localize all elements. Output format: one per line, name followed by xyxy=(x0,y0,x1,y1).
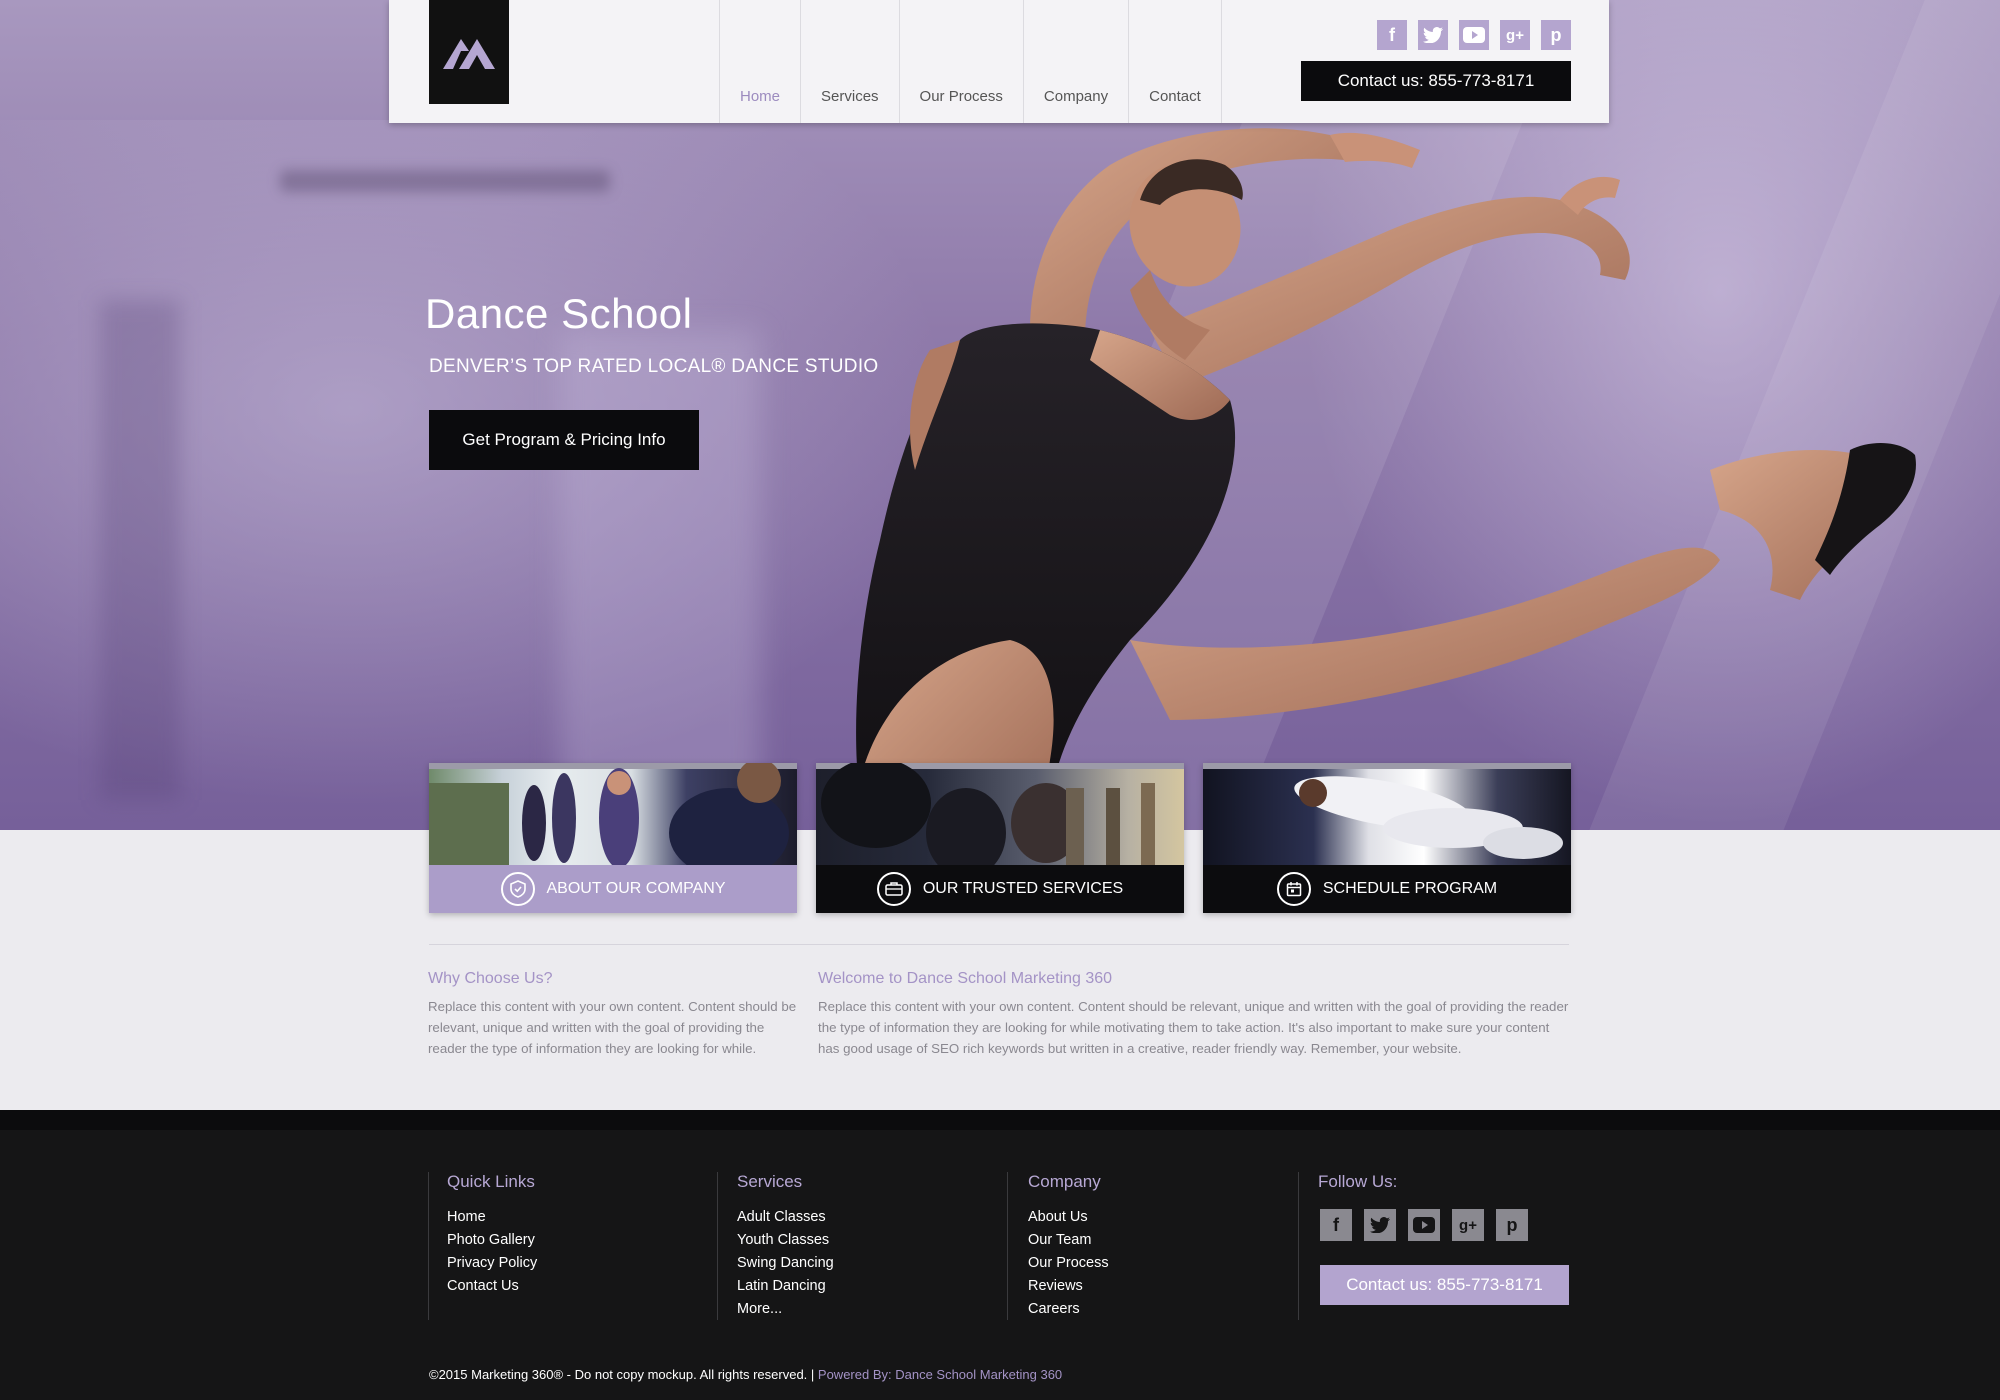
footer-column-divider xyxy=(1298,1172,1299,1320)
footer-column-divider xyxy=(1007,1172,1008,1320)
pricing-info-button[interactable]: Get Program & Pricing Info xyxy=(429,410,699,470)
youtube-icon[interactable] xyxy=(1408,1209,1440,1241)
footer-heading: Quick Links xyxy=(447,1172,535,1191)
footer-quick-links: Quick Links Home Photo Gallery Privacy P… xyxy=(447,1172,537,1298)
google-plus-icon[interactable]: g+ xyxy=(1500,20,1530,50)
content-divider xyxy=(429,944,1569,945)
footer-link-reviews[interactable]: Reviews xyxy=(1028,1275,1109,1298)
why-choose-heading: Why Choose Us? xyxy=(428,970,553,987)
site-logo[interactable] xyxy=(429,0,509,104)
facebook-icon[interactable]: f xyxy=(1320,1209,1352,1241)
footer-link-photo-gallery[interactable]: Photo Gallery xyxy=(447,1229,537,1252)
card-photo-dancers-legs xyxy=(816,763,1184,878)
footer-heading: Company xyxy=(1028,1172,1101,1191)
card-schedule-program[interactable]: SCHEDULE PROGRAM xyxy=(1203,763,1571,913)
footer-link-our-team[interactable]: Our Team xyxy=(1028,1229,1109,1252)
powered-by-link[interactable]: Powered By: Dance School Marketing 360 xyxy=(818,1367,1062,1382)
footer-services: Services Adult Classes Youth Classes Swi… xyxy=(737,1172,834,1321)
nav-home[interactable]: Home xyxy=(719,0,800,123)
footer-link-latin-dancing[interactable]: Latin Dancing xyxy=(737,1275,834,1298)
card-photo-dancers-floor xyxy=(1203,763,1571,865)
nav-contact[interactable]: Contact xyxy=(1128,0,1222,123)
footer-link-our-process[interactable]: Our Process xyxy=(1028,1252,1109,1275)
footer-column-divider xyxy=(428,1172,429,1320)
card-label: SCHEDULE PROGRAM xyxy=(1322,880,1498,897)
hero-banner xyxy=(0,0,2000,830)
footer-link-more[interactable]: More... xyxy=(737,1298,834,1321)
dancer-image xyxy=(856,128,1916,830)
youtube-icon[interactable] xyxy=(1459,20,1489,50)
footer-heading: Follow Us: xyxy=(1318,1172,1398,1191)
footer-heading: Services xyxy=(737,1172,803,1191)
card-label-bar: ABOUT OUR COMPANY xyxy=(429,865,797,913)
copyright: ©2015 Marketing 360® - Do not copy mocku… xyxy=(429,1367,1062,1382)
card-label-bar: OUR TRUSTED SERVICES xyxy=(816,865,1184,913)
header-contact-button[interactable]: Contact us: 855-773-8171 xyxy=(1301,61,1571,101)
shield-icon xyxy=(500,872,535,906)
card-photo-ballet-class xyxy=(429,763,797,878)
calendar-icon xyxy=(1276,872,1311,906)
site-footer xyxy=(0,1110,2000,1400)
briefcase-icon xyxy=(876,872,911,906)
site-header: Home Services Our Process Company Contac… xyxy=(389,0,1609,123)
card-label-bar: SCHEDULE PROGRAM xyxy=(1203,865,1571,913)
nav-company[interactable]: Company xyxy=(1022,0,1128,123)
footer-link-home[interactable]: Home xyxy=(447,1206,537,1229)
footer-link-careers[interactable]: Careers xyxy=(1028,1298,1109,1321)
welcome-heading: Welcome to Dance School Marketing 360 xyxy=(818,970,1113,987)
why-choose-text: Replace this content with your own conte… xyxy=(428,999,797,1056)
facebook-icon[interactable]: f xyxy=(1377,20,1407,50)
footer-link-privacy-policy[interactable]: Privacy Policy xyxy=(447,1252,537,1275)
twitter-icon[interactable] xyxy=(1418,20,1448,50)
footer-link-youth-classes[interactable]: Youth Classes xyxy=(737,1229,834,1252)
card-label: ABOUT OUR COMPANY xyxy=(546,880,726,897)
footer-top-strip xyxy=(0,1110,2000,1130)
footer-link-adult-classes[interactable]: Adult Classes xyxy=(737,1206,834,1229)
card-about-company[interactable]: ABOUT OUR COMPANY xyxy=(429,763,797,913)
logo-mark-icon xyxy=(443,39,495,69)
card-trusted-services[interactable]: OUR TRUSTED SERVICES xyxy=(816,763,1184,913)
footer-column-divider xyxy=(717,1172,718,1320)
copyright-text: ©2015 Marketing 360® - Do not copy mocku… xyxy=(429,1367,815,1382)
footer-social-links: f g+ p xyxy=(1320,1209,1528,1241)
pinterest-icon[interactable]: p xyxy=(1496,1209,1528,1241)
footer-link-swing-dancing[interactable]: Swing Dancing xyxy=(737,1252,834,1275)
header-social-links: f g+ p xyxy=(1377,20,1571,50)
footer-link-about-us[interactable]: About Us xyxy=(1028,1206,1109,1229)
nav-services[interactable]: Services xyxy=(800,0,899,123)
hero-subtitle: DENVER’S TOP RATED LOCAL® DANCE STUDIO xyxy=(429,356,879,377)
footer-follow: Follow Us: xyxy=(1318,1172,1397,1206)
pinterest-icon[interactable]: p xyxy=(1541,20,1571,50)
welcome-text: Replace this content with your own conte… xyxy=(818,999,1569,1056)
twitter-icon[interactable] xyxy=(1364,1209,1396,1241)
footer-contact-button[interactable]: Contact us: 855-773-8171 xyxy=(1320,1265,1569,1305)
hero-title: Dance School xyxy=(425,290,693,337)
google-plus-icon[interactable]: g+ xyxy=(1452,1209,1484,1241)
footer-company: Company About Us Our Team Our Process Re… xyxy=(1028,1172,1109,1321)
nav-our-process[interactable]: Our Process xyxy=(898,0,1023,123)
main-nav: Home Services Our Process Company Contac… xyxy=(719,0,1222,123)
footer-link-contact-us[interactable]: Contact Us xyxy=(447,1275,537,1298)
card-label: OUR TRUSTED SERVICES xyxy=(922,880,1124,897)
